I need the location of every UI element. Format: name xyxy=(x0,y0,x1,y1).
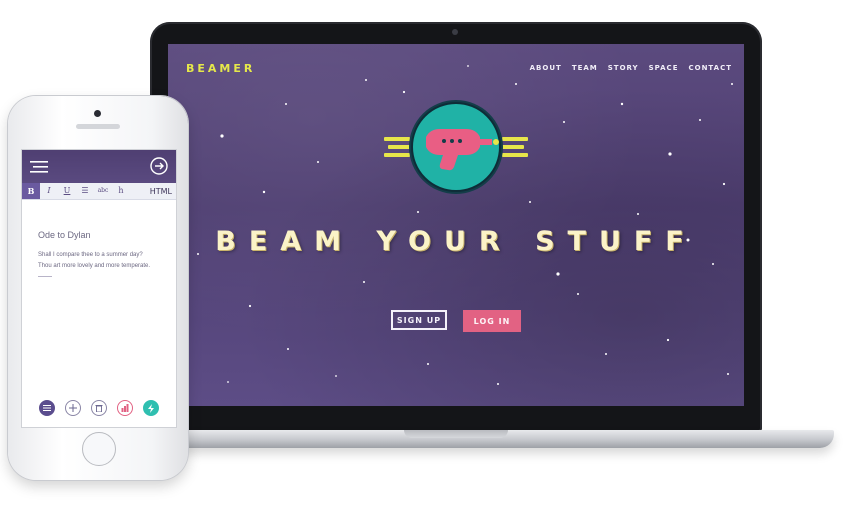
app-header xyxy=(22,150,176,183)
phone-speaker xyxy=(76,124,120,129)
cta-row: SIGN UP LOG IN xyxy=(168,310,744,332)
laptop-camera xyxy=(452,29,458,35)
italic-button[interactable]: I xyxy=(40,183,58,199)
menu-icon[interactable] xyxy=(30,160,48,174)
sign-up-button[interactable]: SIGN UP xyxy=(391,310,447,330)
formatting-toolbar: B I U ☰ abc h HTML xyxy=(22,183,176,200)
log-in-button[interactable]: LOG IN xyxy=(463,310,521,332)
ray-gun-icon xyxy=(384,100,528,194)
nav-space[interactable]: SPACE xyxy=(649,64,679,72)
laptop-notch xyxy=(404,430,508,438)
nav-about[interactable]: ABOUT xyxy=(530,64,562,72)
nav-contact[interactable]: CONTACT xyxy=(688,64,732,72)
hero-title: BEAM YOUR STUFF xyxy=(215,226,697,257)
nav-story[interactable]: STORY xyxy=(608,64,639,72)
document-body[interactable]: Shall I compare thee to a summer day? Th… xyxy=(38,250,172,272)
bolt-icon[interactable] xyxy=(143,400,159,416)
bold-button[interactable]: B xyxy=(22,183,40,199)
bottom-action-bar xyxy=(22,397,176,419)
list-button[interactable]: ☰ xyxy=(76,183,94,199)
add-icon[interactable] xyxy=(65,400,81,416)
document-line: Shall I compare thee to a summer day? xyxy=(38,252,143,258)
phone-camera xyxy=(94,110,101,117)
editor-app-screen: B I U ☰ abc h HTML Ode to Dylan Shall I … xyxy=(21,149,177,428)
underline-button[interactable]: U xyxy=(58,183,76,199)
document-line: Thou art more lovely and more temperate. xyxy=(38,263,151,269)
laptop-base xyxy=(134,430,834,448)
list-icon[interactable] xyxy=(39,400,55,416)
heading-button[interactable]: h xyxy=(112,183,130,199)
document-title[interactable]: Ode to Dylan xyxy=(38,230,91,240)
trash-icon[interactable] xyxy=(91,400,107,416)
nav-team[interactable]: TEAM xyxy=(572,64,598,72)
forward-arrow-icon[interactable] xyxy=(150,157,168,175)
phone-mockup: B I U ☰ abc h HTML Ode to Dylan Shall I … xyxy=(8,96,188,480)
html-toggle[interactable]: HTML xyxy=(150,187,176,196)
chart-icon[interactable] xyxy=(117,400,133,416)
beamer-landing-page: BEAMER ABOUT TEAM STORY SPACE CONTACT BE… xyxy=(168,44,744,406)
strikethrough-button[interactable]: abc xyxy=(94,183,112,199)
document-divider xyxy=(38,276,52,277)
laptop-mockup: BEAMER ABOUT TEAM STORY SPACE CONTACT BE… xyxy=(150,22,762,432)
home-button[interactable] xyxy=(82,432,116,466)
brand-logo[interactable]: BEAMER xyxy=(186,62,255,75)
top-nav: ABOUT TEAM STORY SPACE CONTACT xyxy=(530,64,732,72)
